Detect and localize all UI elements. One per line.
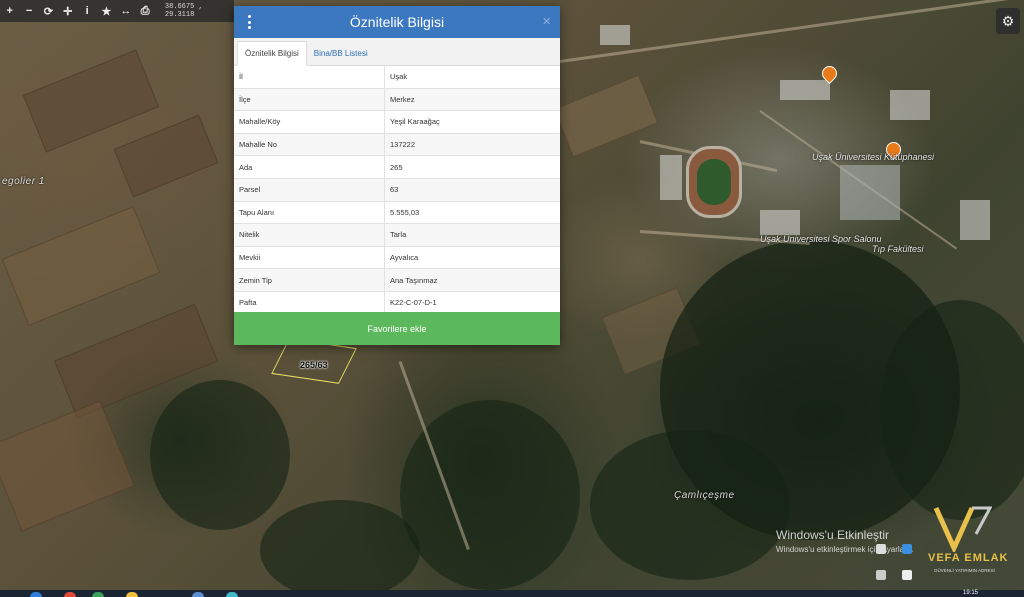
map-label: Tıp Fakültesi bbox=[872, 244, 924, 254]
taskbar-app-icon[interactable] bbox=[64, 592, 76, 597]
attribute-value: Uşak bbox=[384, 66, 560, 89]
attribute-key: Mevkii bbox=[234, 246, 385, 270]
zoom-in-icon[interactable]: + bbox=[0, 0, 19, 22]
dialog-tabs: Öznitelik Bilgisi Bina/BB Listesi bbox=[234, 38, 560, 66]
attribute-key: Mahalle No bbox=[234, 133, 385, 157]
map-label: Çamlıçeşme bbox=[674, 490, 735, 501]
attribute-value: K22-C-07-D-1 bbox=[384, 291, 560, 315]
kebab-menu-icon[interactable] bbox=[247, 15, 251, 29]
attribute-key: Nitelik bbox=[234, 223, 385, 247]
table-row: Pafta K22-C-07-D-1 bbox=[234, 291, 560, 315]
taskbar-clock[interactable]: 19:15 bbox=[963, 590, 978, 596]
add-to-favorites-button[interactable]: Favorilere ekle bbox=[234, 312, 560, 345]
tab-attributes[interactable]: Öznitelik Bilgisi bbox=[237, 41, 307, 66]
taskbar-app-icon[interactable] bbox=[126, 592, 138, 597]
attribute-key: Pafta bbox=[234, 291, 385, 315]
tray-icon[interactable] bbox=[902, 544, 912, 554]
attribute-table: İl Uşak İlçe Merkez Mahalle/Köy Yeşil Karaa… bbox=[234, 66, 560, 315]
attribute-value: Ana Taşınmaz bbox=[384, 268, 560, 292]
refresh-icon[interactable]: ⟳ bbox=[39, 0, 58, 22]
attribute-key: Zemin Tip bbox=[234, 268, 385, 292]
attribute-value: 63 bbox=[384, 178, 560, 202]
info-icon[interactable]: i bbox=[77, 0, 96, 22]
windows-taskbar bbox=[0, 590, 1024, 597]
table-row: Mevkii Ayvalıca bbox=[234, 246, 560, 270]
attribute-key: Tapu Alanı bbox=[234, 201, 385, 225]
logo-name: VEFA EMLAK bbox=[928, 552, 1009, 564]
attribute-key: İlçe bbox=[234, 88, 385, 112]
table-row: İlçe Merkez bbox=[234, 88, 560, 112]
map-label: Uşak Üniversitesi Spor Salonu bbox=[760, 234, 882, 244]
logo-tagline: GÜVENLİ YATIRIMIN ADRESİ bbox=[934, 568, 995, 573]
attribute-value: 5.555,03 bbox=[384, 201, 560, 225]
attribute-key: İl bbox=[234, 66, 385, 89]
locate-icon[interactable]: ✛ bbox=[58, 0, 77, 22]
print-icon[interactable]: ⎙ bbox=[136, 0, 155, 22]
map-label: Uşak Üniversitesi Kütüphanesi bbox=[812, 152, 935, 162]
attribute-key: Parsel bbox=[234, 178, 385, 202]
dialog-title: Öznitelik Bilgisi bbox=[349, 14, 445, 30]
close-icon[interactable]: × bbox=[542, 13, 551, 30]
table-row: Ada 265 bbox=[234, 155, 560, 179]
attribute-key: Mahalle/Köy bbox=[234, 110, 385, 134]
dialog-header: Öznitelik Bilgisi × bbox=[234, 6, 560, 38]
attribute-key: Ada bbox=[234, 155, 385, 179]
table-row: Nitelik Tarla bbox=[234, 223, 560, 247]
table-row: Zemin Tip Ana Taşınmaz bbox=[234, 268, 560, 292]
tray-icon[interactable] bbox=[902, 570, 912, 580]
table-row: Parsel 63 bbox=[234, 178, 560, 202]
table-row: Tapu Alanı 5.555,03 bbox=[234, 201, 560, 225]
taskbar-app-icon[interactable] bbox=[192, 592, 204, 597]
vefa-emlak-logo: VEFA EMLAK GÜVENLİ YATIRIMIN ADRESİ bbox=[928, 500, 1022, 580]
tray-icon[interactable] bbox=[876, 544, 886, 554]
attribute-value: 137222 bbox=[384, 133, 560, 157]
stadium bbox=[686, 146, 742, 218]
settings-button[interactable]: ⚙ bbox=[996, 8, 1020, 34]
coordinate-readout: 38.6675 , 29.3118 bbox=[164, 3, 203, 19]
map-toolbar: + − ⟳ ✛ i ★ ↔ ⎙ 38.6675 , 29.3118 bbox=[0, 0, 234, 22]
logo-mark-icon bbox=[933, 506, 992, 552]
attribute-value: Merkez bbox=[384, 88, 560, 112]
tab-building-list[interactable]: Bina/BB Listesi bbox=[307, 42, 375, 65]
table-row: Mahalle No 137222 bbox=[234, 133, 560, 157]
attribute-value: Yeşil Karaağaç bbox=[384, 110, 560, 134]
windows-activation-watermark: Windows'u Etkinleştir Windows'u etkinleş… bbox=[776, 528, 913, 554]
taskbar-app-icon[interactable] bbox=[30, 592, 42, 597]
favorite-star-icon[interactable]: ★ bbox=[97, 0, 116, 22]
gear-icon: ⚙ bbox=[1001, 12, 1015, 29]
table-row: İl Uşak bbox=[234, 66, 560, 89]
measure-icon[interactable]: ↔ bbox=[116, 0, 135, 22]
watermark-subtitle: Windows'u etkinleştirmek için Ayarlar'a bbox=[776, 545, 913, 554]
attribute-value: 265 bbox=[384, 155, 560, 179]
table-row: Mahalle/Köy Yeşil Karaağaç bbox=[234, 110, 560, 134]
watermark-title: Windows'u Etkinleştir bbox=[776, 528, 889, 542]
zoom-out-icon[interactable]: − bbox=[19, 0, 38, 22]
map-label: egolier 1 bbox=[2, 176, 45, 187]
taskbar-app-icon[interactable] bbox=[226, 592, 238, 597]
parcel-label: 265/63 bbox=[300, 360, 328, 370]
attribute-value: Ayvalıca bbox=[384, 246, 560, 270]
attribute-dialog: Öznitelik Bilgisi × Öznitelik Bilgisi Bi… bbox=[234, 6, 560, 345]
tray-icon[interactable] bbox=[876, 570, 886, 580]
taskbar-app-icon[interactable] bbox=[92, 592, 104, 597]
attribute-value: Tarla bbox=[384, 223, 560, 247]
